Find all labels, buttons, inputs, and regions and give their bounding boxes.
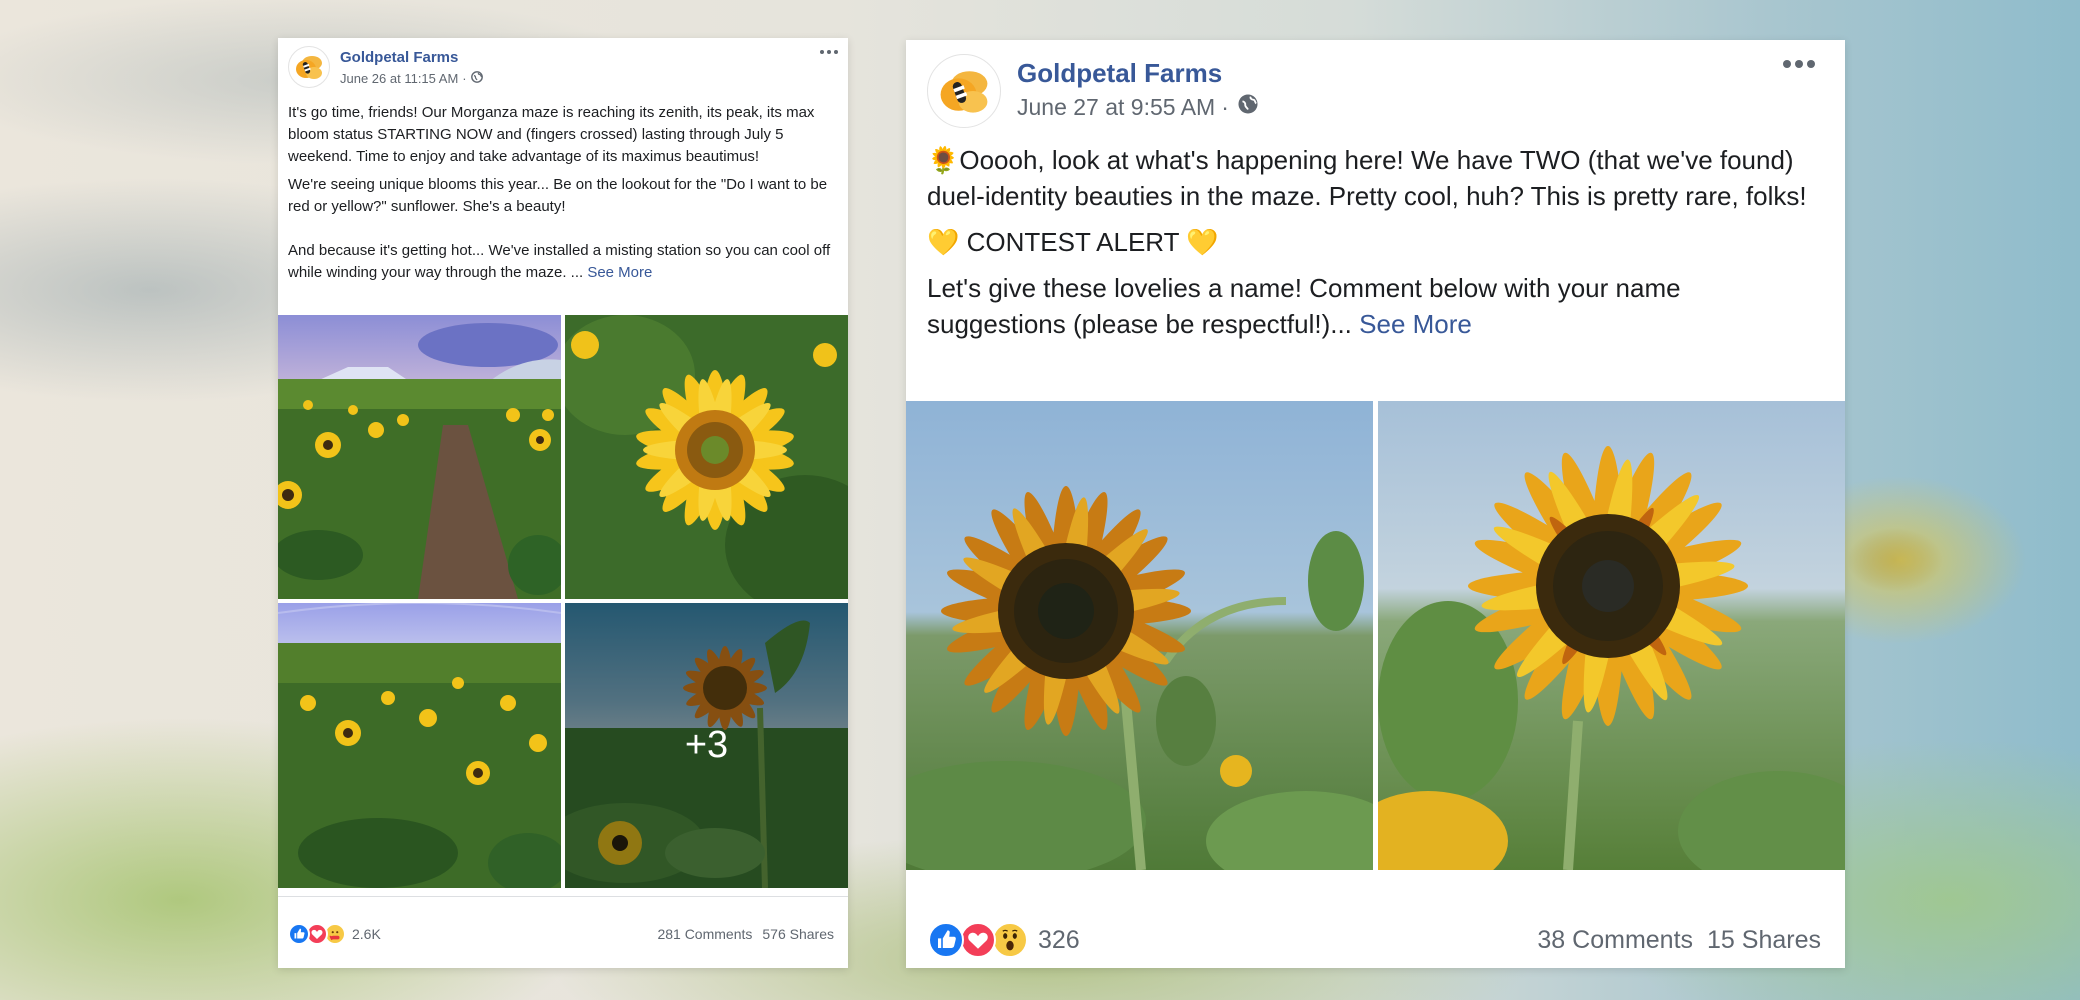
photo-1[interactable] [278, 315, 561, 599]
globe-icon [1237, 93, 1259, 121]
post-text: 🌻Ooooh, look at what's happening here! W… [927, 142, 1825, 342]
post-paragraph-last: And because it's getting hot... We've in… [288, 240, 834, 284]
more-photos-count: +3 [684, 724, 729, 766]
more-options-icon[interactable] [820, 50, 838, 54]
footer-divider [278, 896, 848, 897]
photo-4-more[interactable]: +3 [565, 603, 848, 888]
love-reaction-icon [960, 922, 996, 958]
post-footer: 2.6K 281 Comments 576 Shares [278, 914, 848, 954]
photo-1[interactable] [906, 401, 1373, 870]
post-card-1: Goldpetal Farms June 26 at 11:15 AM · It… [278, 38, 848, 968]
post-paragraph-text: And because it's getting hot... We've in… [288, 242, 831, 281]
reactions-summary[interactable]: 326 [928, 922, 1080, 958]
post-paragraph: It's go time, friends! Our Morganza maze… [288, 104, 815, 165]
comments-count-link[interactable]: 38 Comments [1537, 926, 1693, 955]
photo-2[interactable] [1378, 401, 1845, 870]
comments-count-link[interactable]: 281 Comments [657, 926, 752, 942]
page-name-link[interactable]: Goldpetal Farms [340, 49, 458, 66]
more-options-icon[interactable] [1783, 60, 1815, 68]
more-photos-overlay[interactable]: +3 [565, 603, 848, 888]
engagement-counts: 281 Comments 576 Shares [657, 926, 834, 942]
shares-count-link[interactable]: 15 Shares [1707, 926, 1821, 955]
post-paragraph-last: Let's give these lovelies a name! Commen… [927, 270, 1825, 342]
meta-separator: · [1221, 93, 1229, 120]
wow-reaction-icon [992, 922, 1028, 958]
photo-3[interactable] [278, 603, 561, 888]
reaction-count[interactable]: 326 [1038, 926, 1080, 955]
post-footer: 326 38 Comments 15 Shares [906, 910, 1845, 970]
post-timestamp[interactable]: June 26 at 11:15 AM [340, 71, 458, 86]
globe-icon [470, 71, 483, 86]
page-avatar[interactable] [927, 54, 1001, 128]
reaction-count[interactable]: 2.6K [352, 926, 381, 942]
like-reaction-icon [288, 923, 310, 945]
post-paragraph-text: Let's give these lovelies a name! Commen… [927, 273, 1681, 339]
page-name-link[interactable]: Goldpetal Farms [1017, 58, 1222, 89]
reactions-summary[interactable]: 2.6K [288, 923, 381, 945]
see-more-link[interactable]: See More [1359, 309, 1472, 339]
post-text: It's go time, friends! Our Morganza maze… [288, 102, 834, 284]
contest-alert-line: 💛 CONTEST ALERT 💛 [927, 227, 1219, 257]
post-card-2: Goldpetal Farms June 27 at 9:55 AM · 🌻Oo… [906, 40, 1845, 968]
like-reaction-icon [928, 922, 964, 958]
page-avatar[interactable] [288, 46, 330, 88]
meta-separator: · [462, 71, 467, 86]
see-more-link[interactable]: See More [587, 264, 652, 281]
shares-count-link[interactable]: 576 Shares [762, 926, 834, 942]
bee-logo-icon [296, 56, 322, 79]
post-meta: June 27 at 9:55 AM · [1017, 93, 1259, 121]
engagement-counts: 38 Comments 15 Shares [1537, 926, 1821, 955]
post-timestamp[interactable]: June 27 at 9:55 AM [1017, 94, 1215, 121]
post-meta: June 26 at 11:15 AM · [340, 71, 483, 86]
bee-logo-icon [940, 71, 988, 113]
post-paragraph: 🌻Ooooh, look at what's happening here! W… [927, 145, 1807, 211]
photo-2[interactable] [565, 315, 848, 599]
post-paragraph: We're seeing unique blooms this year... … [288, 176, 828, 215]
